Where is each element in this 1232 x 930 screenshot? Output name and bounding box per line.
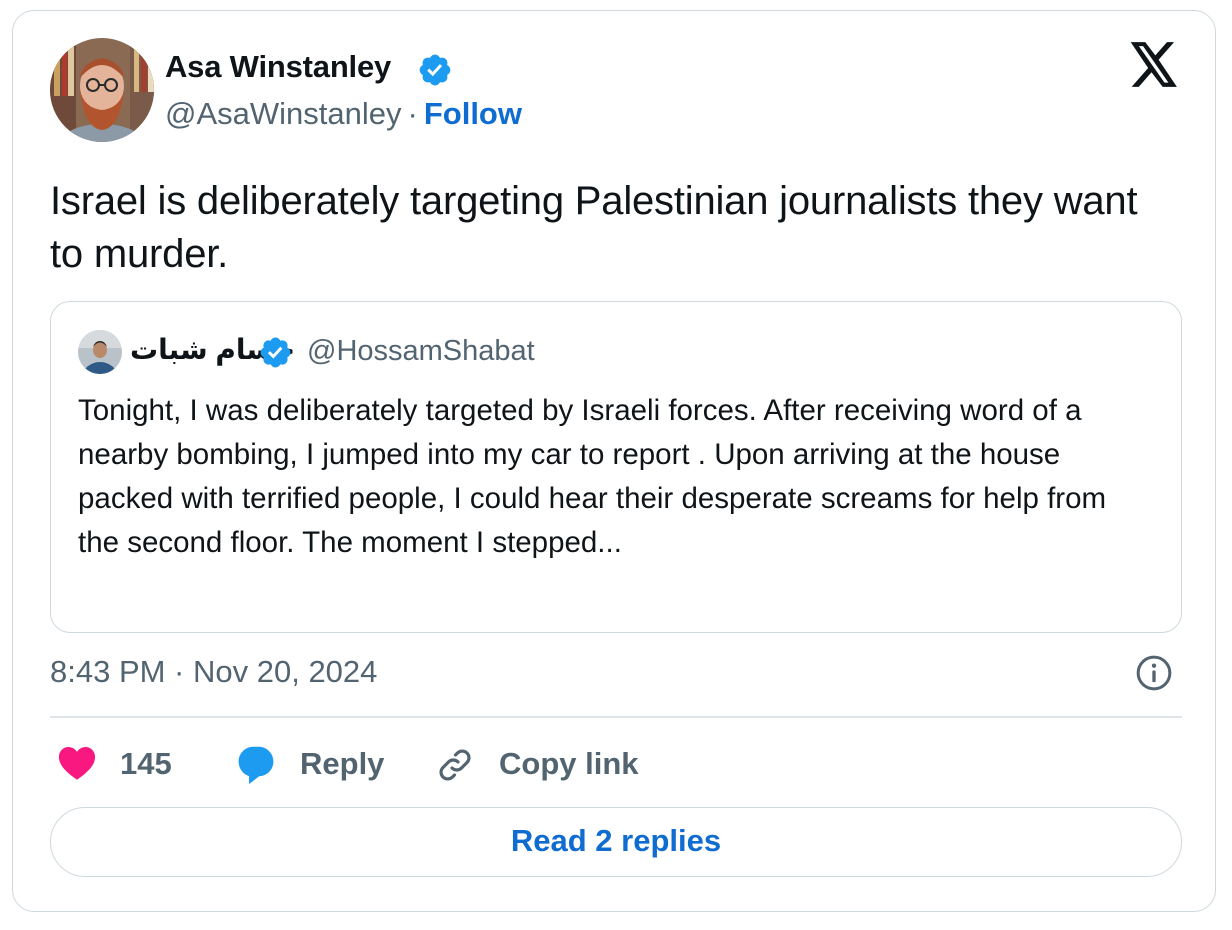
quoted-tweet[interactable]: حسام شبات @HossamShabat Tonight, I was d… [50,301,1182,633]
tweet-text: Israel is deliberately targeting Palesti… [50,179,1138,276]
like-count: 145 [120,746,172,781]
tweet-timestamp[interactable]: 8:43 PM · Nov 20, 2024 [50,654,377,690]
author-handle[interactable]: @AsaWinstanley [165,96,402,131]
read-replies-button[interactable]: Read 2 replies [50,807,1182,877]
separator-dot: · [407,96,418,131]
author-avatar[interactable] [50,38,154,142]
tweet-embed-card: Asa Winstanley @AsaWinstanley · Follow Isr… [12,10,1216,912]
verified-badge-icon [419,54,451,86]
reply-bubble-icon [238,746,274,785]
divider [50,716,1182,718]
copy-link-button[interactable]: Copy link [435,745,655,785]
link-icon [439,749,471,781]
reply-button[interactable]: Reply [235,745,405,785]
quote-author-handle[interactable]: @HossamShabat [307,335,535,368]
author-handle-line: @AsaWinstanley · Follow [165,96,522,132]
author-name[interactable]: Asa Winstanley [165,49,391,85]
quote-author-avatar[interactable] [78,330,122,374]
follow-link[interactable]: Follow [424,96,522,131]
reply-label: Reply [300,746,385,781]
copy-link-label: Copy link [499,746,639,781]
x-logo-icon[interactable] [1129,42,1179,88]
like-button[interactable]: 145 [58,745,198,785]
quote-text: Tonight, I was deliberately targeted by … [78,394,1107,559]
info-icon[interactable] [1134,653,1174,693]
verified-badge-icon [260,337,291,368]
heart-icon [58,747,96,780]
